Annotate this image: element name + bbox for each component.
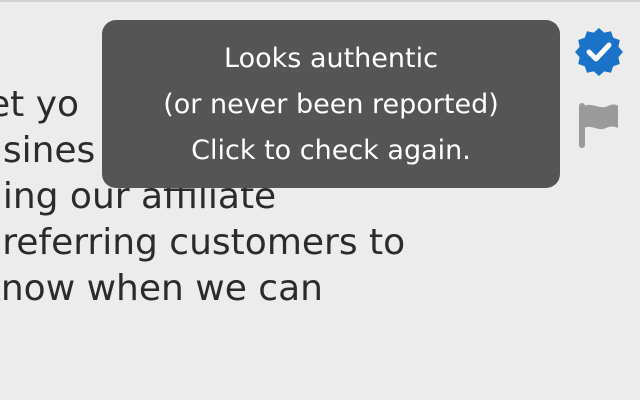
flag-svg [579, 103, 618, 148]
body-line: know when we can [0, 268, 323, 309]
verified-check-badge-icon[interactable] [575, 28, 623, 76]
verified-check-badge-svg [575, 28, 623, 76]
tooltip-line-2: (or never been reported) [163, 89, 499, 120]
flag-icon[interactable] [576, 100, 620, 150]
tooltip-line-3: Click to check again. [191, 135, 471, 166]
authenticity-tooltip: Looks authentic (or never been reported)… [102, 20, 560, 188]
body-line: r referring customers to [0, 222, 406, 263]
flag-cloth [584, 104, 618, 130]
badge-shape [575, 28, 623, 76]
divider [0, 0, 640, 2]
email-view: let yo usines hing our affiliate r refer… [0, 0, 640, 400]
tooltip-line-1: Looks authentic [224, 43, 438, 74]
